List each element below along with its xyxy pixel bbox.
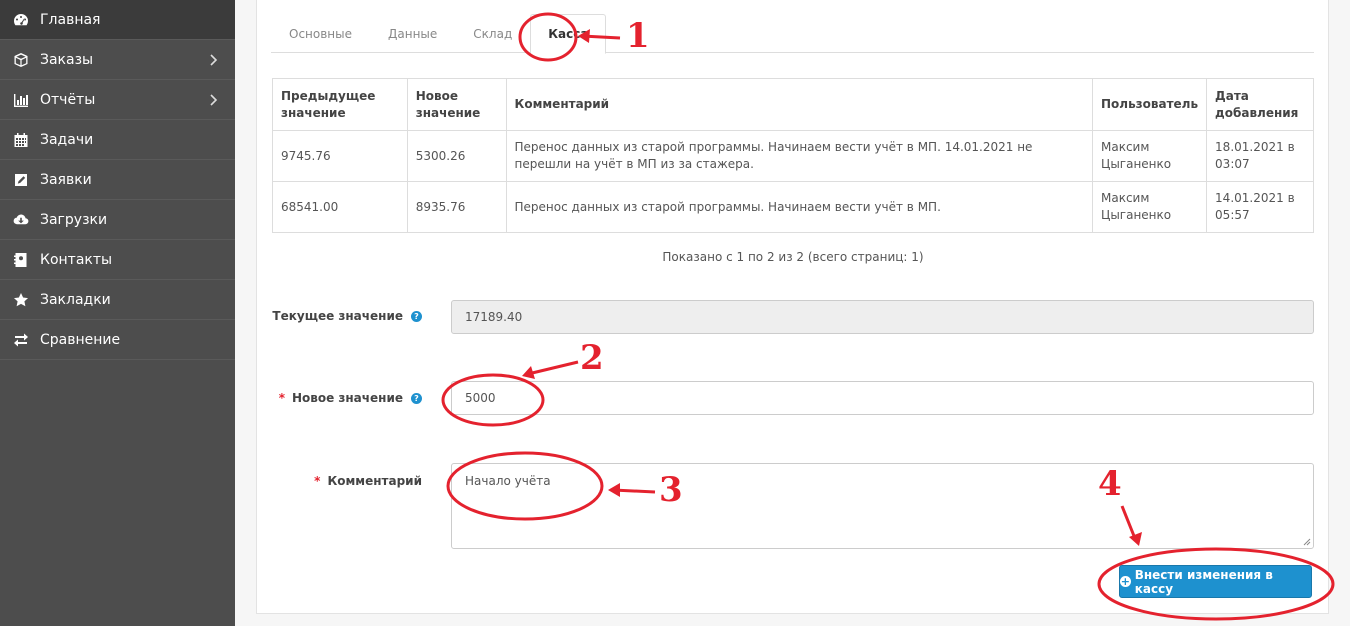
comment-textarea[interactable]: Начало учёта (451, 463, 1314, 549)
column-header-new-value: Новое значение (406, 78, 507, 131)
address-book-icon (0, 252, 40, 268)
new-value-label: * Новое значение ? (279, 391, 422, 405)
form-row-new-value: * Новое значение ? 5000 (272, 381, 1314, 415)
current-value-text: 17189.40 (465, 310, 523, 324)
sidebar-item-requests[interactable]: Заявки (0, 160, 235, 200)
form-row-comment: * Комментарий Начало учёта (272, 463, 1314, 549)
annotation-step-4: 4 (1098, 464, 1122, 504)
annotation-step-2: 2 (580, 338, 604, 378)
current-value-label-text: Текущее значение (272, 309, 403, 323)
submit-button-label: Внести изменения в кассу (1134, 567, 1273, 596)
tab-bar: Основные Данные Склад Касса (271, 14, 1314, 54)
cell-comment: Перенос данных из старой программы. Начи… (505, 181, 1094, 233)
sidebar-item-bookmarks[interactable]: Закладки (0, 280, 235, 320)
sidebar-item-label: Главная (40, 11, 101, 28)
new-value-input[interactable]: 5000 (451, 381, 1314, 415)
column-header-date-added: Дата добавления (1206, 78, 1314, 131)
sidebar-item-downloads[interactable]: Загрузки (0, 200, 235, 240)
table-row: 68541.00 8935.76 Перенос данных из старо… (272, 181, 1314, 233)
history-table: Предыдущее значение Новое значение Комме… (272, 78, 1314, 233)
cell-date-added: 18.01.2021 в 03:07 (1206, 130, 1314, 182)
pagination-summary: Показано с 1 по 2 из 2 (всего страниц: 1… (662, 250, 924, 264)
sidebar-item-label: Задачи (40, 131, 94, 148)
bar-chart-icon (0, 92, 40, 108)
cloud-download-icon (0, 212, 40, 228)
question-circle-icon[interactable]: ? (411, 392, 422, 404)
current-value-label: Текущее значение ? (272, 309, 422, 323)
cube-icon (0, 52, 40, 68)
sidebar-item-label: Закладки (40, 291, 111, 308)
sidebar-item-label: Заявки (40, 171, 92, 188)
comment-label-text: Комментарий (327, 474, 422, 488)
calendar-icon (0, 132, 40, 148)
sidebar: Главная Заказы Отчёты Задачи Заявки Загр… (0, 0, 235, 626)
sidebar-item-compare[interactable]: Сравнение (0, 320, 235, 360)
exchange-icon (0, 332, 40, 348)
new-value-text: 5000 (465, 391, 496, 405)
new-value-label-text: Новое значение (291, 391, 403, 405)
comment-text: Начало учёта (465, 474, 551, 488)
comment-label: * Комментарий (314, 474, 422, 488)
cell-user: Максим Цыганенко (1091, 130, 1208, 182)
form-row-current-value: Текущее значение ? 17189.40 (272, 300, 1314, 334)
chevron-right-icon (209, 52, 219, 68)
tab-cashbox[interactable]: Касса (530, 14, 607, 54)
column-header-previous-value: Предыдущее значение (272, 78, 408, 131)
sidebar-item-label: Заказы (40, 51, 94, 68)
cell-new-value: 8935.76 (406, 181, 507, 233)
sidebar-item-home[interactable]: Главная (0, 0, 235, 40)
annotation-step-3: 3 (659, 470, 683, 510)
sidebar-item-label: Отчёты (40, 91, 96, 108)
resize-grip-icon[interactable] (1303, 538, 1311, 546)
sidebar-item-label: Сравнение (40, 331, 121, 348)
current-value-field: 17189.40 (451, 300, 1314, 334)
sidebar-item-label: Контакты (40, 251, 113, 268)
cell-new-value: 5300.26 (406, 130, 507, 182)
column-header-comment: Комментарий (505, 78, 1094, 131)
table-row: 9745.76 5300.26 Перенос данных из старой… (272, 130, 1314, 182)
chevron-right-icon (209, 92, 219, 108)
sidebar-item-contacts[interactable]: Контакты (0, 240, 235, 280)
table-header-row: Предыдущее значение Новое значение Комме… (272, 78, 1314, 131)
tab-data[interactable]: Данные (370, 14, 455, 53)
cell-date-added: 14.01.2021 в 05:57 (1206, 181, 1314, 233)
edit-icon (0, 172, 40, 188)
annotation-step-1: 1 (626, 16, 650, 56)
sidebar-item-label: Загрузки (40, 211, 108, 228)
star-icon (0, 292, 40, 308)
main-content: Основные Данные Склад Касса Предыдущее з… (235, 0, 1350, 626)
cell-user: Максим Цыганенко (1091, 181, 1208, 233)
required-asterisk: * (314, 474, 321, 488)
sidebar-item-tasks[interactable]: Задачи (0, 120, 235, 160)
plus-circle-icon: + (1120, 575, 1131, 588)
cell-previous-value: 68541.00 (272, 181, 408, 233)
dashboard-icon (0, 12, 40, 28)
question-circle-icon[interactable]: ? (411, 310, 422, 322)
sidebar-item-orders[interactable]: Заказы (0, 40, 235, 80)
tab-general[interactable]: Основные (271, 14, 370, 53)
content-panel: Основные Данные Склад Касса Предыдущее з… (256, 0, 1329, 614)
cell-comment: Перенос данных из старой программы. Начи… (505, 130, 1094, 182)
cell-previous-value: 9745.76 (272, 130, 408, 182)
history-table-container: Предыдущее значение Новое значение Комме… (272, 78, 1314, 233)
tab-warehouse[interactable]: Склад (455, 14, 530, 53)
sidebar-item-reports[interactable]: Отчёты (0, 80, 235, 120)
required-asterisk: * (278, 391, 285, 405)
submit-cashbox-changes-button[interactable]: + Внести изменения в кассу (1119, 565, 1312, 598)
column-header-user: Пользователь (1091, 78, 1208, 131)
